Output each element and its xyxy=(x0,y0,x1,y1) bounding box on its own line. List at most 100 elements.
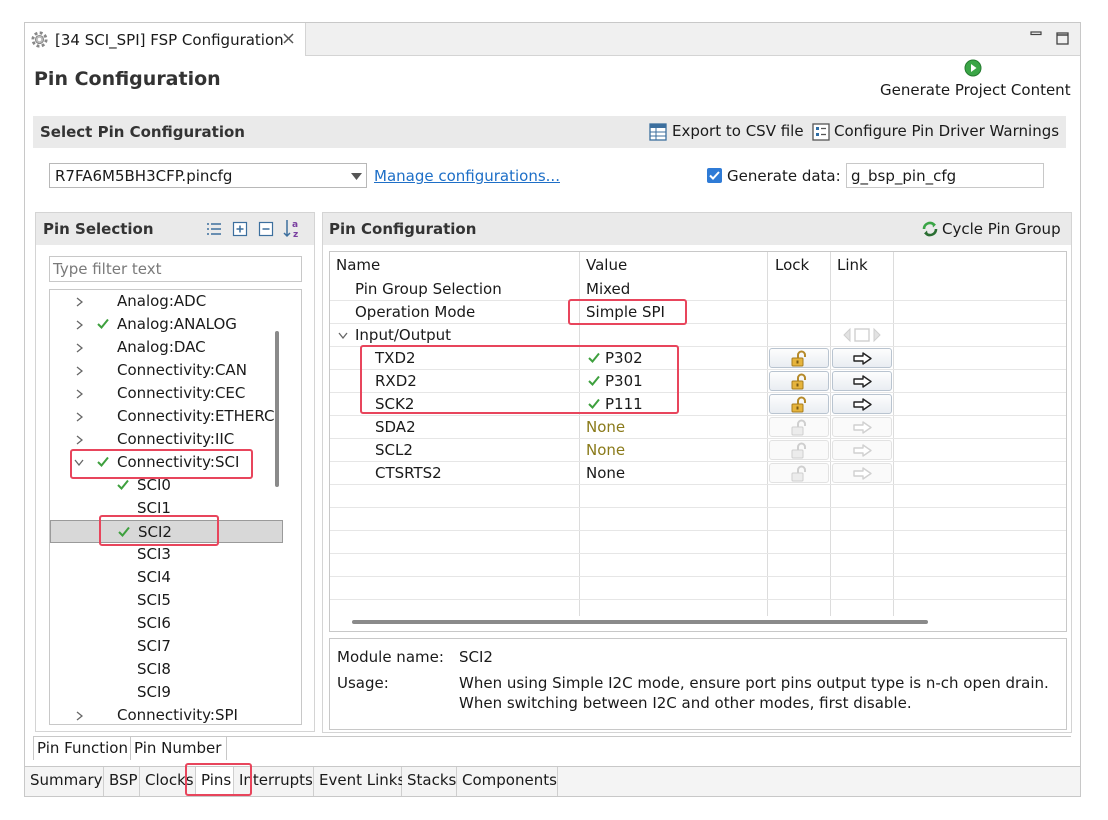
table-row-empty xyxy=(330,554,1066,577)
table-row[interactable]: CTSRTS2 None xyxy=(330,462,1066,485)
chevron-right-icon[interactable] xyxy=(76,389,83,399)
table-row-empty xyxy=(330,577,1066,600)
close-icon[interactable] xyxy=(282,32,295,45)
generate-data-checkbox[interactable] xyxy=(707,168,722,183)
tab-bsp[interactable]: BSP xyxy=(104,767,140,796)
pin-configuration-panel: Pin Configuration Cycle Pin Group Name V… xyxy=(322,212,1072,733)
cycle-pin-group-button[interactable]: Cycle Pin Group xyxy=(942,220,1061,238)
tree-item-connectivity-can[interactable]: Connectivity:CAN xyxy=(50,359,283,382)
tree-item-sci6[interactable]: SCI6 xyxy=(50,612,283,635)
lock-button[interactable] xyxy=(769,371,829,391)
link-button xyxy=(832,440,892,460)
tree-item-analog-analog[interactable]: Analog:ANALOG xyxy=(50,313,283,336)
highlight-box xyxy=(70,449,253,479)
generate-data-field[interactable]: g_bsp_pin_cfg xyxy=(846,163,1044,188)
tree-item-connectivity-cec[interactable]: Connectivity:CEC xyxy=(50,382,283,405)
link-button[interactable] xyxy=(832,348,892,368)
tree-item-sci9[interactable]: SCI9 xyxy=(50,681,283,704)
expand-all-icon[interactable] xyxy=(232,221,248,237)
maximize-icon[interactable] xyxy=(1056,32,1069,45)
tree-item-label: SCI4 xyxy=(137,568,171,586)
chevron-right-icon[interactable] xyxy=(76,412,83,422)
filter-placeholder: Type filter text xyxy=(53,260,162,278)
tree-item-sci4[interactable]: SCI4 xyxy=(50,566,283,589)
chevron-right-icon[interactable] xyxy=(76,320,83,330)
generate-data-label: Generate data: xyxy=(727,167,841,185)
table-row[interactable]: Operation Mode Simple SPI xyxy=(330,301,1066,324)
tab-event-links[interactable]: Event Links xyxy=(314,767,405,796)
chevron-right-icon[interactable] xyxy=(76,711,83,721)
filter-input[interactable]: Type filter text xyxy=(49,256,302,282)
configure-warnings-icon[interactable] xyxy=(811,122,831,142)
tree-item-label: Analog:ANALOG xyxy=(117,315,237,333)
editor-tab-title: [34 SCI_SPI] FSP Configuration xyxy=(55,31,284,49)
tab-summary[interactable]: Summary xyxy=(25,767,104,796)
lock-button[interactable] xyxy=(769,348,829,368)
table-row-empty xyxy=(330,531,1066,554)
tree-item-connectivity-iic[interactable]: Connectivity:IIC xyxy=(50,428,283,451)
tree-item-connectivity-spi[interactable]: Connectivity:SPI xyxy=(50,704,283,724)
row-value[interactable]: None xyxy=(586,464,625,482)
tab-components[interactable]: Components xyxy=(457,767,558,796)
run-icon[interactable] xyxy=(964,59,982,77)
link-button[interactable] xyxy=(832,371,892,391)
collapse-all-icon[interactable] xyxy=(258,221,274,237)
tree-item-label: Connectivity:CAN xyxy=(117,361,247,379)
table-row[interactable]: Pin Group Selection Mixed xyxy=(330,278,1066,301)
table-row[interactable]: SCL2 None xyxy=(330,439,1066,462)
pin-configuration-header: Pin Configuration Cycle Pin Group xyxy=(323,213,1071,245)
pin-selection-header: Pin Selection az xyxy=(36,213,314,245)
dropdown-arrow-icon xyxy=(351,173,362,180)
cycle-icon[interactable] xyxy=(920,219,940,239)
list-view-icon[interactable] xyxy=(206,221,222,237)
pin-view-tabs: Pin Function Pin Number xyxy=(33,736,1071,760)
svg-text:z: z xyxy=(293,230,298,240)
tree-item-analog-adc[interactable]: Analog:ADC xyxy=(50,290,283,313)
table-row[interactable]: Input/Output xyxy=(330,324,1066,347)
table-body: Pin Group Selection Mixed Operation Mode Si… xyxy=(330,278,1066,618)
editor-tab[interactable]: [34 SCI_SPI] FSP Configuration xyxy=(25,23,306,56)
link-button[interactable] xyxy=(832,394,892,414)
generate-project-content-button[interactable]: Generate Project Content xyxy=(880,81,1071,99)
manage-configurations-link[interactable]: Manage configurations... xyxy=(374,167,560,185)
highlight-box xyxy=(99,515,219,546)
lock-button[interactable] xyxy=(769,394,829,414)
tree-item-sci7[interactable]: SCI7 xyxy=(50,635,283,658)
tab-pin-number[interactable]: Pin Number xyxy=(131,737,227,760)
tab-stacks[interactable]: Stacks xyxy=(402,767,457,796)
tree-item-label: Connectivity:SPI xyxy=(117,706,238,724)
configure-pin-driver-warnings-button[interactable]: Configure Pin Driver Warnings xyxy=(834,122,1059,140)
group-link-icon xyxy=(842,326,882,344)
tree-item-connectivity-etherc[interactable]: Connectivity:ETHERC xyxy=(50,405,283,428)
export-csv-button[interactable]: Export to CSV file xyxy=(672,122,804,140)
tree-item-sci5[interactable]: SCI5 xyxy=(50,589,283,612)
chevron-right-icon[interactable] xyxy=(76,343,83,353)
generate-data-value: g_bsp_pin_cfg xyxy=(851,167,957,185)
chevron-down-icon[interactable] xyxy=(338,332,348,339)
pin-configuration-select[interactable]: R7FA6M5BH3CFP.pincfg xyxy=(49,163,367,188)
pin-configuration-table: Name Value Lock Link Pin Group Selection… xyxy=(329,251,1067,632)
tree-item-analog-dac[interactable]: Analog:DAC xyxy=(50,336,283,359)
tree-scrollbar[interactable] xyxy=(275,331,279,487)
tab-pin-function[interactable]: Pin Function xyxy=(33,737,131,760)
tree-item-label: Connectivity:ETHERC xyxy=(117,407,275,425)
tree-item-label: SCI8 xyxy=(137,660,171,678)
tree-item-sci8[interactable]: SCI8 xyxy=(50,658,283,681)
table-row[interactable]: SDA2 None xyxy=(330,416,1066,439)
export-csv-icon[interactable] xyxy=(648,122,668,142)
minimize-icon[interactable] xyxy=(1030,31,1042,37)
sort-alphabetical-icon[interactable]: az xyxy=(283,218,305,240)
usage-line: When using Simple I2C mode, ensure port … xyxy=(459,674,1049,692)
svg-text:a: a xyxy=(292,220,298,230)
chevron-right-icon[interactable] xyxy=(76,366,83,376)
tree-item-sci3[interactable]: SCI3 xyxy=(50,543,283,566)
header-name: Name xyxy=(336,256,381,274)
table-horizontal-scrollbar[interactable] xyxy=(352,620,928,624)
row-value[interactable]: None xyxy=(586,441,625,459)
row-value[interactable]: Mixed xyxy=(586,280,630,298)
chevron-right-icon[interactable] xyxy=(76,297,83,307)
chevron-right-icon[interactable] xyxy=(76,435,83,445)
fsp-configuration-editor: [34 SCI_SPI] FSP Configuration Pin Confi… xyxy=(24,22,1081,797)
page-title: Pin Configuration xyxy=(34,68,221,90)
row-value[interactable]: None xyxy=(586,418,625,436)
